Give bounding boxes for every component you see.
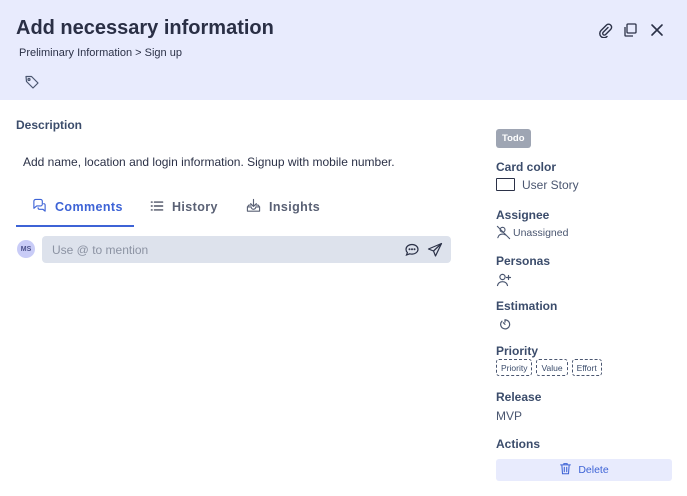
trash-icon [559, 462, 572, 478]
priority-chips: Priority Value Effort [496, 359, 602, 376]
card-header: Add necessary information Preliminary In… [0, 0, 687, 100]
tab-comments[interactable]: Comments [32, 188, 123, 226]
page-title: Add necessary information [16, 17, 274, 39]
avatar: MS [17, 240, 35, 258]
effort-chip[interactable]: Effort [571, 359, 602, 376]
card-color-value[interactable]: User Story [522, 178, 579, 192]
copy-icon[interactable] [622, 22, 638, 38]
tab-comments-label: Comments [55, 200, 123, 214]
delete-label: Delete [578, 464, 609, 476]
description-label: Description [16, 118, 83, 132]
attachment-icon[interactable] [597, 22, 613, 38]
value-chip[interactable]: Value [536, 359, 568, 376]
release-value[interactable]: MVP [496, 409, 522, 423]
tab-history-label: History [172, 200, 218, 214]
add-user-icon[interactable] [496, 272, 512, 288]
tab-history[interactable]: History [150, 188, 218, 226]
close-icon[interactable] [649, 22, 665, 38]
comment-box [42, 236, 451, 263]
card-color-label: Card color [496, 160, 557, 174]
tab-insights-label: Insights [269, 200, 321, 214]
chat-bubble-icon[interactable] [404, 242, 420, 258]
assignee-label: Assignee [496, 208, 550, 222]
personas-label: Personas [496, 254, 551, 268]
timer-icon[interactable] [499, 317, 515, 333]
priority-label: Priority [496, 344, 539, 358]
assignee-value[interactable]: Unassigned [513, 227, 568, 239]
tab-insights[interactable]: Insights [246, 188, 320, 226]
user-off-icon[interactable] [496, 225, 512, 241]
release-label: Release [496, 390, 542, 404]
estimation-label: Estimation [496, 299, 558, 313]
send-icon[interactable] [427, 242, 443, 258]
card-color-swatch[interactable] [496, 178, 515, 191]
breadcrumb[interactable]: Preliminary Information > Sign up [19, 47, 182, 59]
actions-label: Actions [496, 437, 541, 451]
comment-input[interactable] [52, 236, 382, 263]
active-tab-indicator [16, 225, 134, 227]
priority-chip[interactable]: Priority [496, 359, 533, 376]
status-badge[interactable]: Todo [496, 129, 531, 148]
download-tray-icon [246, 198, 261, 216]
description-text[interactable]: Add name, location and login information… [23, 155, 395, 169]
activity-tabs: Comments History Insights [16, 188, 456, 228]
delete-button[interactable]: Delete [496, 459, 672, 481]
comments-icon [32, 198, 47, 216]
list-icon [150, 199, 164, 216]
tag-icon[interactable] [24, 74, 40, 90]
